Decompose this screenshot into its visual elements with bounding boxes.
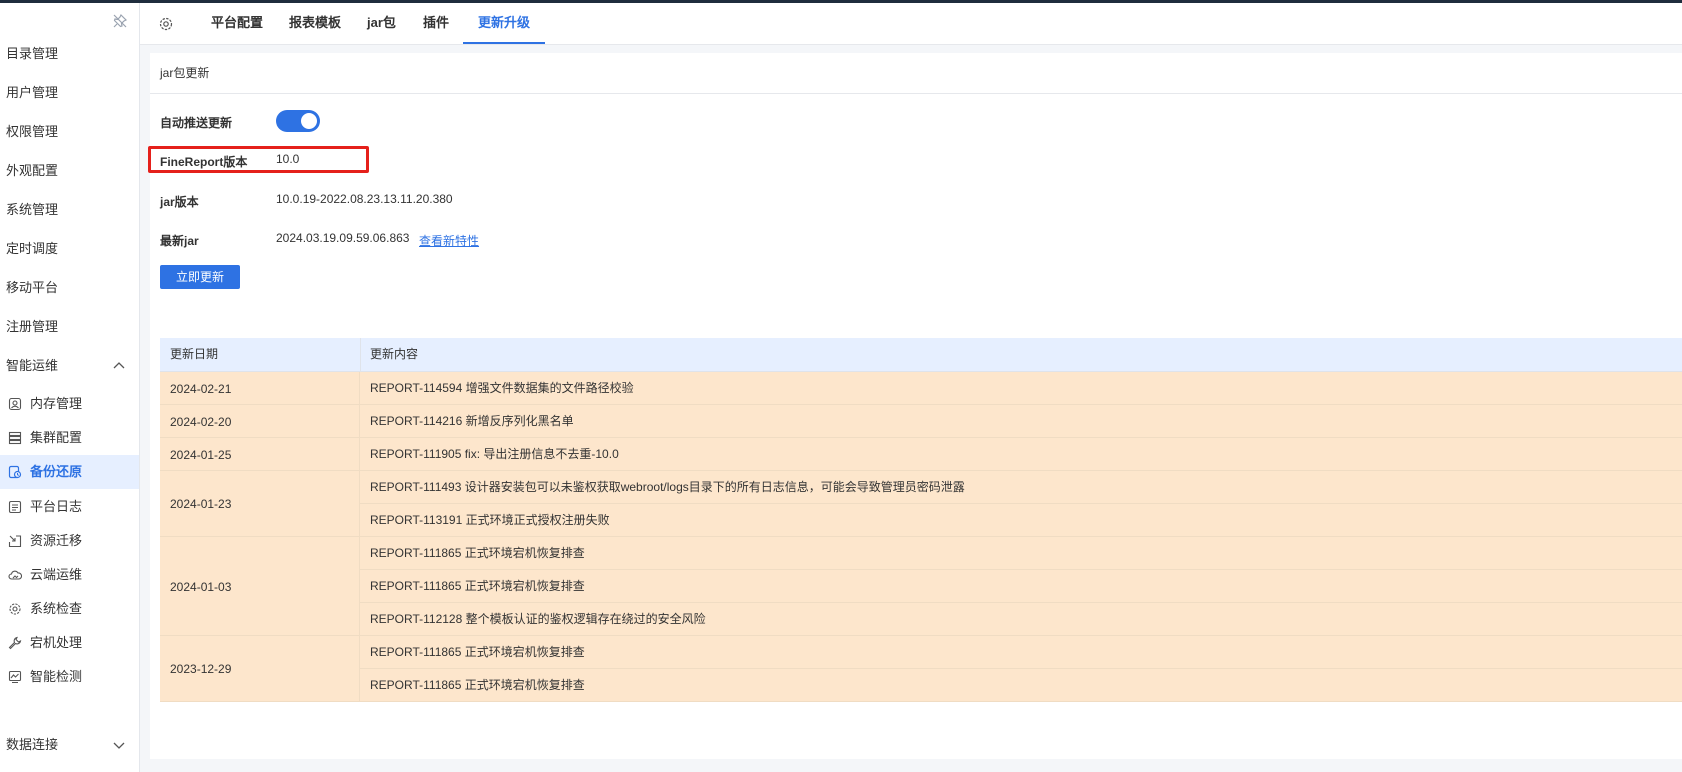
sidebar-item-appearance[interactable]: 外观配置 [6, 152, 132, 190]
view-new-features-link[interactable]: 查看新特性 [419, 232, 479, 249]
sidebar-subitem-crash[interactable]: 宕机处理 [0, 626, 139, 660]
auto-push-toggle[interactable] [276, 110, 320, 132]
date-text: 2024-02-21 [170, 381, 232, 396]
sidebar-subitem-backup[interactable]: 备份还原 [0, 455, 139, 489]
pin-icon[interactable] [112, 13, 128, 29]
date-cell: 2024-01-03 [160, 537, 360, 636]
sidebar-item-mobile[interactable]: 移动平台 [6, 269, 132, 307]
date-cell: 2024-01-25 [160, 438, 360, 471]
sidebar-subitem-label: 资源迁移 [30, 533, 83, 548]
sidebar-subitem-label: 智能检测 [30, 669, 83, 684]
table-row: REPORT-111865 正式环境宕机恢复排查 [360, 669, 1682, 702]
fr-version-label: FineReport版本 [160, 155, 248, 169]
date-cell: 2024-01-23 [160, 471, 360, 537]
check-gear-icon [9, 603, 21, 615]
log-icon [8, 500, 22, 514]
gear-icon[interactable] [158, 16, 174, 32]
fr-version-value: 10.0 [276, 152, 300, 166]
table-row: REPORT-113191 正式环境正式授权注册失败 [360, 504, 1682, 537]
sidebar-item-catalog[interactable]: 目录管理 [6, 35, 132, 73]
section-title: jar包更新 [160, 66, 210, 80]
sidebar-subitem-memory[interactable]: 内存管理 [0, 387, 139, 421]
date-cell: 2024-02-21 [160, 372, 360, 405]
jar-version-value: 10.0.19-2022.08.23.13.11.20.380 [276, 192, 453, 206]
table-row: REPORT-114594 增强文件数据集的文件路径校验 [360, 372, 1682, 405]
table-row: REPORT-111905 fix: 导出注册信息不去重-10.0 [360, 438, 1682, 471]
header-date: 更新日期 [170, 347, 219, 361]
date-cell: 2024-02-20 [160, 405, 360, 438]
sidebar-item-system[interactable]: 系统管理 [6, 191, 132, 229]
sidebar: 目录管理 用户管理 权限管理 外观配置 系统管理 定时调度 移动平台 注册管理 … [0, 3, 140, 772]
date-text: 2024-01-03 [170, 579, 232, 594]
table-row: REPORT-111865 正式环境宕机恢复排查 [360, 636, 1682, 669]
tab-update-upgrade[interactable]: 更新升级 [463, 3, 546, 44]
tab-jar[interactable]: jar包 [367, 3, 396, 44]
backup-icon [8, 465, 22, 479]
tab-report-templates[interactable]: 报表模板 [289, 3, 341, 44]
sidebar-item-permissions[interactable]: 权限管理 [6, 113, 132, 151]
top-tabs: 平台配置 报表模板 jar包 插件 更新升级 [140, 3, 1682, 45]
sidebar-subitem-syscheck[interactable]: 系统检查 [0, 592, 139, 626]
jar-version-label: jar版本 [160, 195, 199, 209]
date-text: 2024-02-20 [170, 414, 232, 429]
sidebar-subitem-cluster[interactable]: 集群配置 [0, 421, 139, 455]
section-divider [150, 93, 1682, 94]
auto-push-label: 自动推送更新 [160, 116, 233, 130]
sidebar-item-data-connection[interactable]: 数据连接 [6, 726, 132, 764]
header-content: 更新内容 [370, 347, 419, 361]
tab-platform-config[interactable]: 平台配置 [211, 3, 263, 44]
sidebar-subitem-migrate[interactable]: 资源迁移 [0, 524, 139, 558]
chevron-up-icon [113, 362, 125, 369]
sidebar-subitem-label: 集群配置 [30, 430, 83, 445]
monitor-icon [8, 670, 22, 684]
sidebar-subitem-label: 内存管理 [30, 396, 83, 411]
sidebar-item-smart-ops[interactable]: 智能运维 [6, 347, 132, 385]
date-text: 2024-01-23 [170, 497, 232, 511]
table-header: 更新日期 更新内容 [160, 338, 1682, 372]
update-now-button[interactable]: 立即更新 [160, 265, 240, 289]
table-row: REPORT-114216 新增反序列化黑名单 [360, 405, 1682, 438]
latest-jar-value: 2024.03.19.09.59.06.863 [276, 231, 410, 245]
chevron-down-icon [113, 742, 125, 749]
sidebar-item-label: 智能运维 [6, 358, 59, 373]
latest-jar-label: 最新jar [160, 234, 199, 248]
sidebar-subitem-label: 平台日志 [30, 499, 83, 514]
table-row: REPORT-111865 正式环境宕机恢复排查 [360, 537, 1682, 570]
cluster-icon [8, 431, 22, 445]
table-row: REPORT-111493 设计器安装包可以未鉴权获取webroot/logs目… [360, 471, 1682, 504]
date-text: 2023-12-29 [170, 662, 232, 676]
sidebar-subitem-logs[interactable]: 平台日志 [0, 490, 139, 524]
sidebar-subitem-label: 宕机处理 [30, 635, 83, 650]
sidebar-item-schedule[interactable]: 定时调度 [6, 230, 132, 268]
date-text: 2024-01-25 [170, 447, 232, 462]
sidebar-subitem-detect[interactable]: 智能检测 [0, 660, 139, 694]
header-divider [360, 338, 361, 371]
toggle-knob [301, 113, 317, 129]
memory-icon [8, 397, 22, 411]
table-row: REPORT-112128 整个模板认证的鉴权逻辑存在绕过的安全风险 [360, 603, 1682, 636]
migrate-icon [8, 535, 22, 548]
cloud-icon [8, 570, 22, 580]
date-cell: 2023-12-29 [160, 636, 360, 702]
sidebar-subitem-cloud[interactable]: 云端运维 [0, 558, 139, 592]
sidebar-item-users[interactable]: 用户管理 [6, 74, 132, 112]
sidebar-item-registration[interactable]: 注册管理 [6, 308, 132, 346]
sidebar-item-label: 数据连接 [6, 737, 59, 752]
sidebar-subitem-label: 云端运维 [30, 567, 83, 582]
table-row: REPORT-111865 正式环境宕机恢复排查 [360, 570, 1682, 603]
sidebar-subitem-label: 备份还原 [30, 464, 83, 479]
wrench-icon [8, 636, 22, 650]
sidebar-subitem-label: 系统检查 [30, 601, 83, 616]
tab-plugins[interactable]: 插件 [423, 3, 449, 44]
